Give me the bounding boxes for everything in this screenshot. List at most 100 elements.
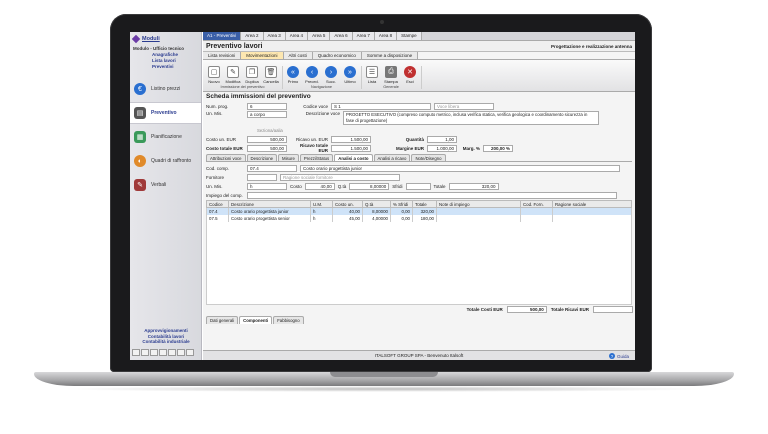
cell — [552, 214, 632, 222]
impiego-field[interactable] — [247, 191, 617, 199]
tab-somme[interactable]: Somme a disposizione — [361, 52, 419, 59]
tab-misure[interactable]: Misure — [277, 154, 299, 161]
duplicate-icon: ❐ — [246, 66, 258, 78]
voce-libera-checkbox[interactable]: Voce libera — [434, 102, 494, 110]
tab-movimentazioni[interactable]: Movimentazioni — [241, 52, 284, 59]
window-slot[interactable] — [168, 349, 176, 356]
button-label: Succ. — [325, 79, 336, 84]
new-button[interactable]: ▢ Nuovo — [206, 66, 222, 84]
delete-button[interactable]: 🗑 Cancella — [263, 66, 279, 84]
tab-dati-generali[interactable]: Dati generali — [206, 315, 239, 324]
col-costo[interactable]: Costo un. — [332, 200, 363, 208]
sidebar-links: Anagrafiche Lista lavori Preventivi — [130, 52, 201, 70]
codice-voce-field[interactable]: S 1 — [331, 102, 431, 110]
toolbar: ▢ Nuovo ✎ Modifica ❐ Duplica 🗑 Cancella Immi… — [203, 60, 635, 92]
tab-analisi-costo[interactable]: Analisi a costo — [334, 154, 373, 161]
print-button[interactable]: ⎙ Stampa — [383, 66, 399, 84]
last-button[interactable]: » Ultimo — [342, 66, 358, 84]
col-cod-forn[interactable]: Cod. Forn. — [520, 200, 553, 208]
col-totale[interactable]: Totale — [412, 200, 437, 208]
table-row[interactable]: 07.4 Costo orario progettista junior h 4… — [206, 207, 632, 215]
comp-totale-field: 320,00 — [448, 182, 499, 190]
tab-a1[interactable]: A1 - Preventivi — [203, 32, 242, 40]
first-button[interactable]: «Primo — [285, 66, 301, 84]
comp-qta-field[interactable]: 8,00000 — [349, 182, 390, 190]
button-label: Ultimo — [344, 79, 356, 84]
tab-area4[interactable]: Area 4 — [285, 32, 309, 40]
window-slot[interactable] — [186, 349, 194, 356]
cod-comp-field[interactable]: 07.4 — [247, 164, 297, 172]
sidebar-item-verbali[interactable]: ✎ Verbali — [130, 174, 201, 196]
tab-attribuzioni[interactable]: Attribuzioni voce — [206, 154, 246, 161]
comparison-icon: ◐ — [134, 155, 146, 167]
tab-stampe[interactable]: Stampe — [397, 32, 422, 40]
cell: 8,00000 — [362, 207, 391, 215]
comp-descr-field[interactable]: Costo orario progettista junior — [300, 164, 620, 172]
sidebar-item-listino[interactable]: € Listino prezzi — [130, 78, 201, 100]
new-doc-icon: ▢ — [208, 66, 220, 78]
comp-sfridi-field[interactable] — [405, 182, 431, 190]
fornitore-code-field[interactable] — [247, 173, 277, 181]
comp-costo-field[interactable]: 40,00 — [304, 182, 335, 190]
duplicate-button[interactable]: ❐ Duplica — [244, 66, 260, 84]
tab-quadro-economico[interactable]: Quadro economico — [312, 52, 362, 59]
prev-button[interactable]: ‹ Preced. — [304, 66, 320, 84]
edit-button[interactable]: ✎ Modifica — [225, 66, 241, 84]
col-sfridi[interactable]: % Sfridi — [390, 200, 413, 208]
col-rag-soc[interactable]: Ragione sociale — [552, 200, 632, 208]
tab-area6[interactable]: Area 6 — [330, 32, 353, 40]
tab-area3[interactable]: Area 3 — [263, 32, 286, 40]
button-label: Modifica — [225, 79, 241, 84]
tab-area8[interactable]: Area 8 — [374, 32, 398, 40]
descr-field[interactable]: PROGETTO ESECUTIVO (compreso computo met… — [343, 111, 599, 125]
tab-area5[interactable]: Area 5 — [308, 32, 331, 40]
ricavo-un-field[interactable]: 1.500,00 — [331, 135, 371, 143]
window-slot[interactable] — [132, 349, 140, 356]
project-title: Progettazione e realizzazione antenna — [550, 43, 632, 49]
laptop-notch — [330, 372, 438, 377]
module-name: Modulo - Ufficio tecnico — [133, 46, 184, 51]
window-slot[interactable] — [150, 349, 158, 356]
link-contabilita-industriale[interactable]: Contabilità industriale — [130, 339, 202, 345]
col-um[interactable]: U.M. — [310, 200, 333, 208]
tab-area7[interactable]: Area 7 — [352, 32, 375, 40]
list-button[interactable]: ☰ Lista — [364, 66, 380, 84]
tab-descrizione[interactable]: Descrizione — [246, 154, 277, 161]
col-qta[interactable]: Q.tà — [362, 200, 391, 208]
tab-prezzi[interactable]: Prezzi/Status — [299, 154, 334, 161]
costo-un-field[interactable]: 500,00 — [247, 135, 287, 143]
tab-note[interactable]: Note/Disegno — [411, 154, 446, 161]
exit-button[interactable]: ✕ Esci — [402, 66, 418, 84]
sidebar-header: Moduli — [130, 32, 201, 46]
table-row[interactable]: 07.5 Costo orario progettista senior h 4… — [206, 214, 632, 222]
tab-area2[interactable]: Area 2 — [241, 32, 264, 40]
col-descrizione[interactable]: Descrizione — [228, 200, 311, 208]
modules-link[interactable]: Moduli — [142, 36, 160, 42]
comp-um-select[interactable]: h — [247, 182, 287, 190]
guide-link[interactable]: ? Guida — [608, 353, 629, 359]
laptop-screen: Moduli Modulo - Ufficio tecnico Anagrafi… — [130, 32, 635, 360]
quantita-field[interactable]: 1,00 — [427, 135, 457, 143]
sidebar-item-quadri[interactable]: ◐ Quadri di raffronto — [130, 150, 201, 172]
um-select[interactable]: a corpo — [247, 111, 287, 118]
sidebar-item-pianificazione[interactable]: ▦ Pianificazione — [130, 126, 201, 148]
tab-lista-revisioni[interactable]: Lista revisioni — [203, 52, 242, 59]
um-label: Un. Mis. — [206, 111, 223, 116]
tab-fabbisogno[interactable]: Fabbisogno — [273, 315, 304, 324]
next-button[interactable]: › Succ. — [323, 66, 339, 84]
tab-altri-costi[interactable]: Altri costi — [283, 52, 313, 59]
seziona-button[interactable]: Seziona/aalia — [247, 128, 283, 133]
window-slot[interactable] — [141, 349, 149, 356]
rag-soc-field[interactable]: Ragione sociale fornitore — [280, 173, 400, 181]
window-slot[interactable] — [159, 349, 167, 356]
cell — [436, 207, 521, 215]
num-prog-field[interactable]: 6 — [247, 102, 287, 110]
tab-componenti[interactable]: Componenti — [239, 315, 273, 324]
cell — [520, 207, 553, 215]
tab-analisi-ricavo[interactable]: Analisi a ricavo — [373, 154, 411, 161]
col-note[interactable]: Note di impiego — [436, 200, 521, 208]
cell: 40,00 — [332, 207, 363, 215]
col-codice[interactable]: Codice — [206, 200, 229, 208]
window-slot[interactable] — [177, 349, 185, 356]
sidebar-item-preventivo[interactable]: ▤ Preventivo — [130, 102, 201, 124]
